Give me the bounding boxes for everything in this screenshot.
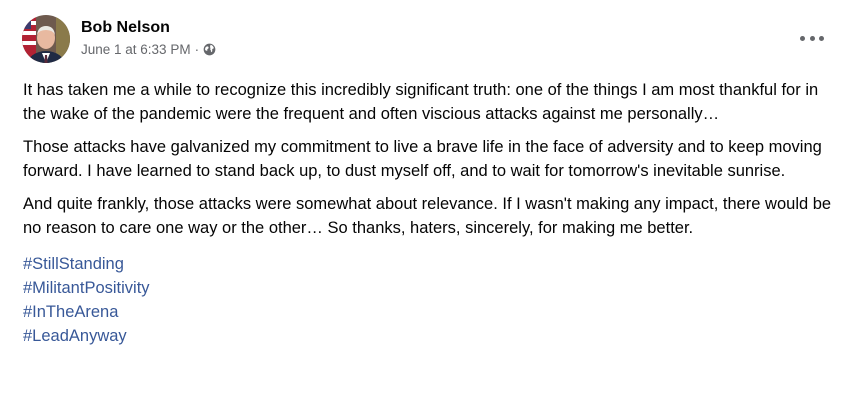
more-options-icon[interactable] (800, 32, 824, 44)
post-paragraph-3: And quite frankly, those attacks were so… (23, 195, 832, 237)
facebook-post: Bob Nelson June 1 at 6:33 PM · It has ta… (0, 0, 850, 420)
post-header: Bob Nelson June 1 at 6:33 PM · (22, 14, 216, 64)
hashtag-link[interactable]: #LeadAnyway (23, 324, 838, 348)
dot (800, 35, 805, 41)
dot (809, 35, 815, 41)
hashtag-link[interactable]: #InTheArena (23, 300, 838, 324)
post-meta: Bob Nelson June 1 at 6:33 PM · (81, 18, 216, 59)
post-subline: June 1 at 6:33 PM · (81, 41, 216, 59)
hashtag-link[interactable]: #MilitantPositivity (23, 276, 838, 300)
hashtag-link[interactable]: #StillStanding (23, 252, 838, 276)
hashtag-list: #StillStanding #MilitantPositivity #InTh… (23, 252, 838, 348)
separator: · (194, 41, 200, 57)
dot (819, 35, 824, 41)
post-paragraph-1: It has taken me a while to recognize thi… (23, 81, 819, 123)
avatar[interactable] (22, 15, 70, 63)
post-paragraph-2: Those attacks have galvanized my commitm… (23, 138, 822, 180)
post-timestamp[interactable]: June 1 at 6:33 PM (81, 41, 191, 59)
post-body: It has taken me a while to recognize thi… (23, 78, 838, 348)
globe-icon[interactable] (203, 43, 216, 56)
author-name[interactable]: Bob Nelson (81, 18, 216, 38)
